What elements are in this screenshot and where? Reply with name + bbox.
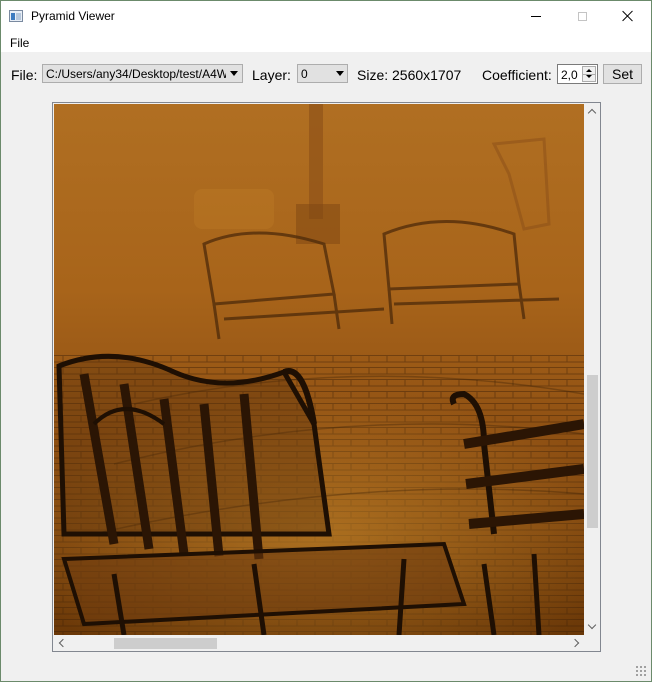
coefficient-value: 2,0 xyxy=(561,68,578,82)
menu-bar: File xyxy=(1,31,651,52)
chevron-right-icon xyxy=(570,638,580,648)
toolbar: File: C:/Users/any34/Desktop/test/A4WO L… xyxy=(1,52,651,96)
coefficient-spinbox[interactable]: 2,0 xyxy=(557,64,598,84)
chevron-up-icon xyxy=(587,108,597,118)
spin-buttons xyxy=(582,66,596,82)
horizontal-scrollbar[interactable] xyxy=(54,635,584,651)
minimize-icon xyxy=(531,15,541,17)
title-bar[interactable]: Pyramid Viewer xyxy=(1,1,651,31)
maximize-icon xyxy=(577,11,587,21)
scroll-right-button[interactable] xyxy=(568,635,584,651)
chevron-left-icon xyxy=(58,638,68,648)
size-label: Size: xyxy=(357,67,389,83)
chevron-down-icon xyxy=(587,620,597,630)
size-grip-icon[interactable] xyxy=(635,665,647,677)
layer-label: Layer: xyxy=(252,67,291,83)
main-window: Pyramid Viewer File File: C:/Users/any34… xyxy=(0,0,652,682)
vertical-scrollbar[interactable] xyxy=(584,104,600,635)
close-button[interactable] xyxy=(605,1,651,31)
file-label: File: xyxy=(11,67,38,83)
layer-combobox[interactable]: 0 xyxy=(297,64,348,83)
coefficient-label: Coefficient: xyxy=(482,67,552,83)
spin-down-icon[interactable] xyxy=(583,74,595,81)
maximize-button[interactable] xyxy=(559,1,605,31)
menu-file[interactable]: File xyxy=(10,36,29,50)
file-combobox[interactable]: C:/Users/any34/Desktop/test/A4WO xyxy=(42,64,243,83)
minimize-button[interactable] xyxy=(513,1,559,31)
scroll-down-button[interactable] xyxy=(584,619,600,635)
foggy-park-benches-image xyxy=(54,104,584,635)
scroll-left-button[interactable] xyxy=(54,635,70,651)
file-combobox-value: C:/Users/any34/Desktop/test/A4WO xyxy=(46,67,226,81)
window-title: Pyramid Viewer xyxy=(31,9,115,23)
size-value: 2560x1707 xyxy=(392,67,462,83)
scroll-corner xyxy=(584,635,600,651)
app-window-icon xyxy=(9,10,23,22)
image-viewer[interactable] xyxy=(52,102,601,652)
chevron-down-icon xyxy=(230,71,238,76)
vertical-scroll-thumb[interactable] xyxy=(587,375,598,528)
chevron-down-icon xyxy=(336,71,344,76)
close-icon xyxy=(622,10,634,22)
horizontal-scroll-thumb[interactable] xyxy=(114,638,217,649)
scroll-up-button[interactable] xyxy=(584,104,600,120)
layer-combobox-value: 0 xyxy=(301,67,308,81)
set-button[interactable]: Set xyxy=(603,64,642,84)
